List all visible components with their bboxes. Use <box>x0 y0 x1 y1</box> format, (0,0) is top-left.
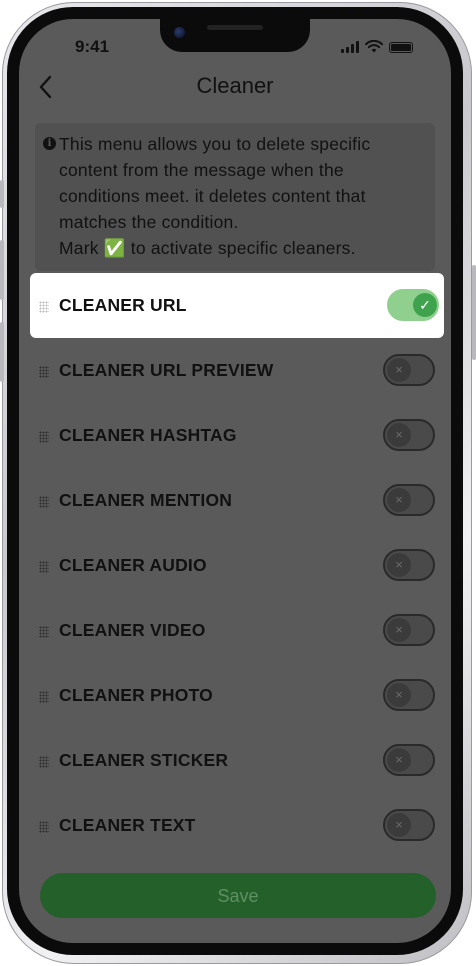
drag-handle-icon[interactable] <box>39 431 49 443</box>
drag-handle-icon[interactable] <box>39 691 49 703</box>
cleaner-row-url-preview[interactable]: CLEANER URL PREVIEW × <box>19 338 451 403</box>
cleaner-row-video[interactable]: CLEANER VIDEO × <box>19 598 451 663</box>
cleaner-row-photo[interactable]: CLEANER PHOTO × <box>19 663 451 728</box>
info-box: i This menu allows you to delete specifi… <box>35 123 435 271</box>
battery-icon <box>389 42 413 53</box>
cleaner-toggle[interactable]: × <box>383 549 435 581</box>
cleaner-row-audio[interactable]: CLEANER AUDIO × <box>19 533 451 598</box>
close-icon: × <box>387 748 411 772</box>
volume-up-button <box>0 240 4 300</box>
close-icon: × <box>387 683 411 707</box>
wifi-icon <box>365 40 383 53</box>
cleaner-label: CLEANER TEXT <box>59 815 196 835</box>
cleaner-label: CLEANER PHOTO <box>59 685 213 705</box>
cleaner-label: CLEANER VIDEO <box>59 620 206 640</box>
drag-handle-icon[interactable] <box>39 561 49 573</box>
cleaner-label: CLEANER STICKER <box>59 750 229 770</box>
cleaner-label: CLEANER HASHTAG <box>59 425 237 445</box>
close-icon: × <box>387 423 411 447</box>
cleaner-toggle[interactable]: × <box>383 679 435 711</box>
front-camera-icon <box>174 27 185 38</box>
status-icons <box>341 39 413 53</box>
cleaner-label: CLEANER URL <box>59 295 187 315</box>
notch <box>160 19 310 52</box>
header: Cleaner <box>19 71 451 105</box>
cellular-signal-icon <box>341 41 359 53</box>
close-icon: × <box>387 553 411 577</box>
cleaner-label: CLEANER MENTION <box>59 490 233 510</box>
drag-handle-icon[interactable] <box>39 496 49 508</box>
cleaner-toggle[interactable]: × <box>383 809 435 841</box>
screen: 9:41 Cleaner i This menu allows you to d… <box>19 19 451 943</box>
cleaner-row-hashtag[interactable]: CLEANER HASHTAG × <box>19 403 451 468</box>
info-icon: i <box>43 137 56 150</box>
page-title: Cleaner <box>196 73 274 98</box>
cleaner-toggle[interactable]: × <box>383 419 435 451</box>
close-icon: × <box>387 488 411 512</box>
status-time: 9:41 <box>75 37 110 56</box>
cleaner-toggle[interactable]: ✓ <box>387 289 439 321</box>
cleaner-toggle[interactable]: × <box>383 614 435 646</box>
speaker-grille <box>207 25 263 30</box>
cleaner-toggle[interactable]: × <box>383 744 435 776</box>
drag-handle-icon[interactable] <box>39 626 49 638</box>
close-icon: × <box>387 813 411 837</box>
save-button[interactable]: Save <box>40 873 436 918</box>
cleaner-label: CLEANER AUDIO <box>59 555 207 575</box>
cleaner-toggle[interactable]: × <box>383 484 435 516</box>
close-icon: × <box>387 358 411 382</box>
drag-handle-icon[interactable] <box>39 301 49 313</box>
cleaner-row-text[interactable]: CLEANER TEXT × <box>19 793 451 858</box>
mute-switch <box>0 180 4 208</box>
check-icon: ✓ <box>413 293 437 317</box>
cleaner-label: CLEANER URL PREVIEW <box>59 360 274 380</box>
volume-down-button <box>0 322 4 382</box>
drag-handle-icon[interactable] <box>39 821 49 833</box>
cleaner-row-mention[interactable]: CLEANER MENTION × <box>19 468 451 533</box>
cleaner-row-sticker[interactable]: CLEANER STICKER × <box>19 728 451 793</box>
cleaner-toggle[interactable]: × <box>383 354 435 386</box>
cleaner-list: CLEANER URL ✓ CLEANER URL PREVIEW × CLEA… <box>19 273 451 858</box>
drag-handle-icon[interactable] <box>39 756 49 768</box>
close-icon: × <box>387 618 411 642</box>
drag-handle-icon[interactable] <box>39 366 49 378</box>
info-text: This menu allows you to delete specific … <box>59 134 371 258</box>
cleaner-row-url[interactable]: CLEANER URL ✓ <box>30 273 444 338</box>
power-button <box>472 265 476 360</box>
